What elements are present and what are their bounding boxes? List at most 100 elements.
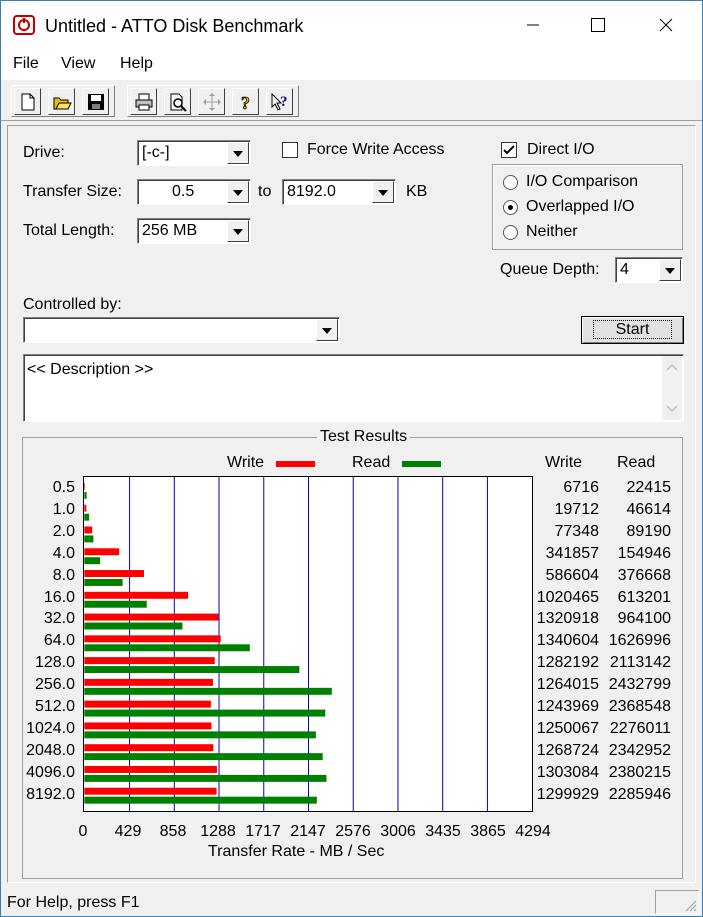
read-value: 2285946 <box>608 785 671 803</box>
total-length-select[interactable]: 256 MB <box>137 218 251 244</box>
read-bar-8192.0 <box>84 796 317 804</box>
read-value: 89190 <box>626 522 672 540</box>
context-help-icon: ? <box>271 92 288 111</box>
legend-write-label: Write <box>227 454 265 471</box>
status-bar: For Help, press F1 <box>1 887 702 917</box>
y-tick-label: 128.0 <box>34 654 75 672</box>
description-scrollbar[interactable] <box>662 356 682 420</box>
write-bar-32.0 <box>84 613 219 621</box>
x-axis-label: Transfer Rate - MB / Sec <box>208 843 385 860</box>
move-icon <box>203 93 221 111</box>
overlapped-io-label[interactable]: Overlapped I/O <box>526 198 635 216</box>
force-write-checkbox[interactable] <box>282 142 298 158</box>
write-bar-4096.0 <box>84 765 217 773</box>
open-button[interactable] <box>48 88 75 115</box>
chevron-down-icon[interactable] <box>372 181 394 203</box>
y-tick-label: 0.5 <box>52 479 75 496</box>
toolbar-file-group <box>11 85 115 117</box>
print-preview-button[interactable] <box>164 88 191 115</box>
menu-help[interactable]: Help <box>120 55 153 73</box>
read-bar-8.0 <box>84 578 123 586</box>
menu-bar: File View Help <box>1 49 702 79</box>
print-icon <box>135 93 153 111</box>
chevron-down-icon[interactable] <box>316 319 338 341</box>
transfer-size-label: Transfer Size: <box>23 183 122 200</box>
start-button-label: Start <box>592 320 673 339</box>
new-button[interactable] <box>14 88 41 115</box>
drive-select[interactable]: [-c-] <box>137 140 251 166</box>
read-bar-1024.0 <box>84 731 316 739</box>
direct-io-checkbox[interactable] <box>501 142 517 158</box>
direct-io-label[interactable]: Direct I/O <box>527 141 595 159</box>
new-icon <box>21 93 35 111</box>
save-button[interactable] <box>82 88 109 115</box>
neither-label[interactable]: Neither <box>526 223 578 241</box>
write-value: 1020465 <box>536 588 599 606</box>
context-help-button[interactable]: ? <box>266 88 293 115</box>
read-bar-4.0 <box>84 557 101 565</box>
write-bar-8.0 <box>84 570 144 578</box>
help-button[interactable]: ? <box>232 88 259 115</box>
maximize-icon[interactable] <box>574 1 620 49</box>
write-bar-64.0 <box>84 635 221 643</box>
io-comparison-radio[interactable] <box>503 175 518 190</box>
neither-radio[interactable] <box>503 225 518 240</box>
help-icon: ? <box>241 93 251 112</box>
start-button[interactable]: Start <box>581 316 684 344</box>
menu-view[interactable]: View <box>61 55 95 73</box>
test-results-title: Test Results <box>317 428 411 446</box>
read-value: 2113142 <box>609 654 671 672</box>
write-value: 1320918 <box>536 610 599 628</box>
write-value: 1243969 <box>536 698 599 715</box>
move-button[interactable] <box>198 88 225 115</box>
queue-depth-select[interactable]: 4 <box>615 257 683 283</box>
transfer-size-to-select[interactable]: 8192.0 <box>282 179 396 205</box>
menu-file[interactable]: File <box>13 55 39 73</box>
scroll-up-icon[interactable] <box>662 358 682 378</box>
drive-value: [-c-] <box>142 144 170 161</box>
atto-app-icon <box>13 15 35 35</box>
read-value: 376668 <box>617 566 671 584</box>
io-comparison-label[interactable]: I/O Comparison <box>526 173 638 191</box>
read-bar-256.0 <box>84 687 332 695</box>
x-tick-label: 1717 <box>245 823 281 840</box>
y-tick-label: 2.0 <box>52 522 75 540</box>
write-value: 1268724 <box>536 741 599 759</box>
close-icon[interactable] <box>643 1 689 49</box>
y-tick-label: 64.0 <box>43 632 75 650</box>
chevron-down-icon[interactable] <box>227 142 249 164</box>
transfer-size-from-select[interactable]: 0.5 <box>137 179 251 205</box>
description-textarea[interactable]: << Description >> <box>23 354 684 422</box>
write-value: 77348 <box>554 522 600 540</box>
open-icon <box>53 97 72 110</box>
to-label: to <box>258 183 272 200</box>
read-bar-32.0 <box>84 622 183 630</box>
resize-grip-icon[interactable] <box>683 898 697 912</box>
write-value: 1303084 <box>536 763 599 781</box>
write-value: 1250067 <box>536 719 599 737</box>
read-value: 2432799 <box>608 676 671 694</box>
chevron-down-icon[interactable] <box>227 220 249 242</box>
force-write-label[interactable]: Force Write Access <box>307 141 445 159</box>
read-bar-4096.0 <box>84 774 327 782</box>
x-tick-label: 429 <box>114 823 142 840</box>
settings-panel: Drive: [-c-] Force Write Access Direct I… <box>7 125 696 883</box>
read-value: 154946 <box>617 544 671 562</box>
status-panel <box>655 890 699 914</box>
chevron-down-icon[interactable] <box>659 259 681 281</box>
minimize-icon[interactable] <box>510 1 556 49</box>
controlled-by-select[interactable] <box>23 317 340 343</box>
title-bar[interactable]: Untitled - ATTO Disk Benchmark <box>1 1 702 49</box>
legend-write-swatch <box>276 461 315 467</box>
read-value: 2342952 <box>608 741 671 759</box>
chevron-down-icon[interactable] <box>227 181 249 203</box>
checkmark-icon <box>503 145 515 155</box>
queue-depth-label: Queue Depth: <box>500 261 600 278</box>
print-button[interactable] <box>130 88 157 115</box>
scroll-down-icon[interactable] <box>662 398 682 418</box>
y-tick-label: 1024.0 <box>26 719 75 737</box>
overlapped-io-radio[interactable] <box>503 200 518 215</box>
write-bar-1.0 <box>84 504 87 512</box>
results-chart <box>83 476 533 812</box>
x-tick-label: 4294 <box>515 823 551 840</box>
